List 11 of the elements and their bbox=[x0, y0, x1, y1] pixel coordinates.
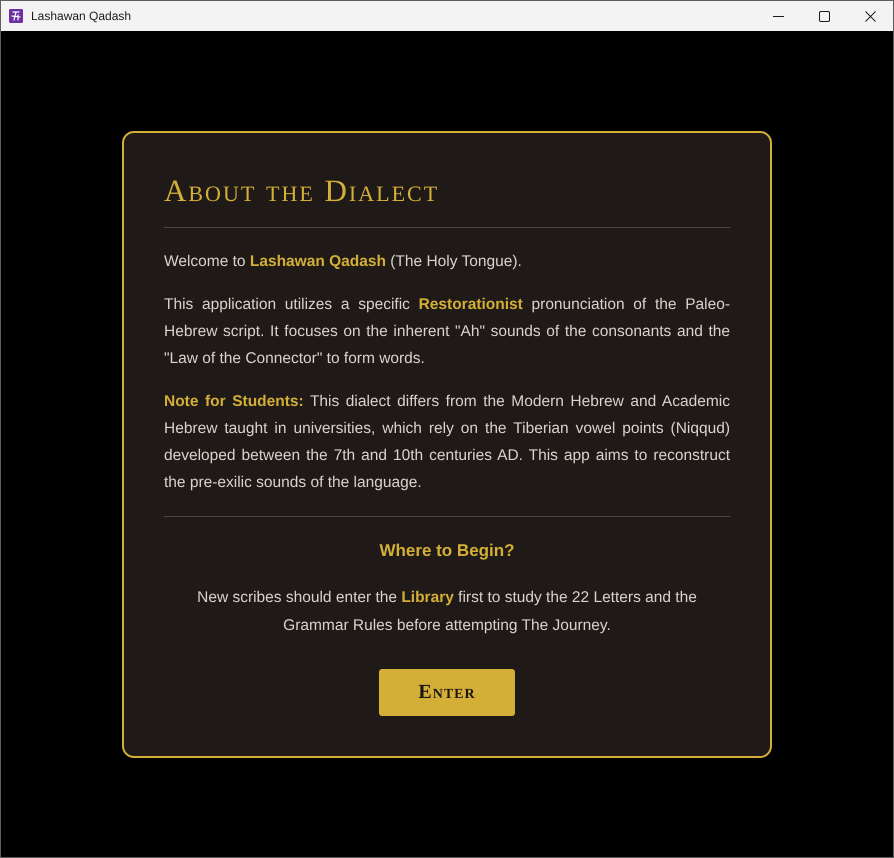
body-paragraph: Note for Students: This dialect differs from the Modern Hebrew and Academic Hebrew taught in universities, which rely on the Tiberian vowel points (Niqqud) developed between the 7th and 10th centuries AD. This app aims to reconstruct the pre-exilic sounds of the language. bbox=[164, 392, 730, 492]
window-title: Lashawan Qadash bbox=[31, 9, 132, 23]
enter-button[interactable]: Enter bbox=[379, 668, 515, 716]
app-icon bbox=[9, 9, 23, 23]
maximize-icon bbox=[818, 10, 830, 22]
close-icon bbox=[864, 10, 876, 22]
section-paragraph: New scribes should enter the Library first to study the 22 Letters and the Grammar Rules before attempting The Journey. bbox=[196, 588, 698, 636]
body-paragraph: Welcome to Lashawan Qadash (The Holy Tongue). bbox=[164, 252, 523, 272]
dialog-title: About the Dialect bbox=[164, 172, 440, 208]
body-paragraph: This application utilizes a specific Restorationist pronunciation of the Paleo-Hebrew script. It focuses on the inherent "Ah" sounds of the consonants and the "Law of the Connector" to form words. bbox=[164, 294, 730, 368]
section-heading: Where to Begin? bbox=[379, 540, 515, 562]
